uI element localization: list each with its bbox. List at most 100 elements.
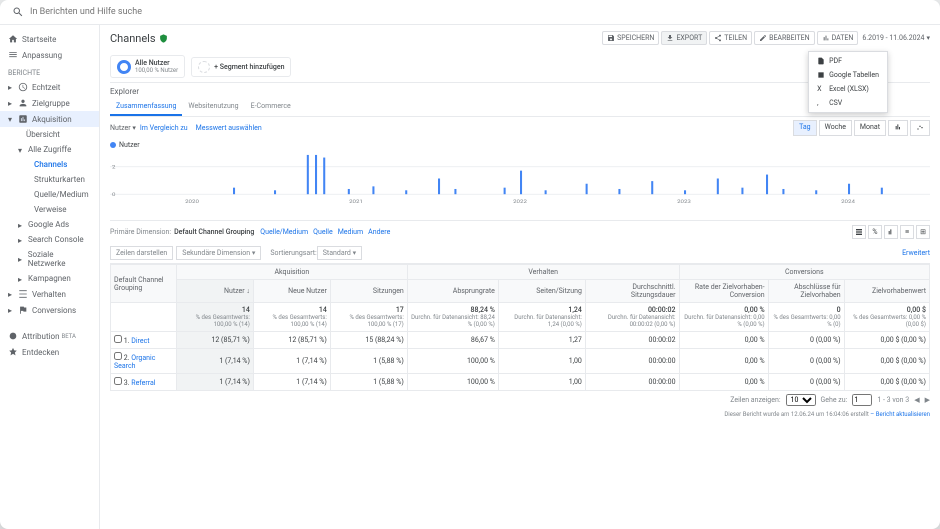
nav-discover[interactable]: Entdecken bbox=[0, 344, 99, 360]
share-button[interactable]: TEILEN bbox=[709, 31, 752, 45]
toolbar: SPEICHERN EXPORT TEILEN BEARBEITEN DATEN bbox=[602, 31, 858, 45]
row-checkbox[interactable] bbox=[114, 352, 122, 360]
view-bar-icon[interactable] bbox=[888, 120, 908, 136]
chevron-right-icon: ▸ bbox=[18, 221, 26, 229]
metric-label[interactable]: Nutzer ▾ bbox=[110, 124, 136, 132]
page-prev[interactable]: ◀ bbox=[914, 396, 919, 404]
col-users[interactable]: Nutzer ↓ bbox=[176, 280, 253, 303]
segment-circle-icon bbox=[117, 60, 131, 74]
plot-rows-button[interactable]: Zeilen darstellen bbox=[110, 246, 173, 260]
performance-view-icon[interactable] bbox=[884, 225, 898, 239]
page-next[interactable]: ▶ bbox=[925, 396, 930, 404]
col-sessions[interactable]: Sitzungen bbox=[330, 280, 407, 303]
home-icon bbox=[8, 34, 18, 44]
nav-channels[interactable]: Channels bbox=[0, 157, 99, 172]
export-csv[interactable]: ,CSV bbox=[809, 96, 887, 110]
nav-search-console[interactable]: ▸Search Console bbox=[0, 232, 99, 247]
view-week[interactable]: Woche bbox=[819, 120, 852, 136]
nav-all-traffic[interactable]: ▾Alle Zugriffe bbox=[0, 142, 99, 157]
goto-input[interactable] bbox=[852, 394, 872, 406]
tab-ecommerce[interactable]: E-Commerce bbox=[245, 98, 297, 116]
nav-campaigns[interactable]: ▸Kampagnen bbox=[0, 271, 99, 286]
rows-select[interactable]: 10 bbox=[786, 394, 816, 406]
chart: 0220202021202220232024 bbox=[110, 151, 930, 221]
percentage-view-icon[interactable]: % bbox=[868, 225, 882, 239]
nav-home[interactable]: Startseite bbox=[0, 31, 99, 47]
col-new-users[interactable]: Neue Nutzer bbox=[253, 280, 330, 303]
nav-realtime[interactable]: ▸Echtzeit bbox=[0, 79, 99, 95]
col-value[interactable]: Zielvorhabenwert bbox=[844, 280, 929, 303]
refresh-link[interactable]: – Bericht aktualisieren bbox=[870, 411, 930, 418]
nav-attribution[interactable]: AttributionBETA bbox=[0, 328, 99, 344]
nav-conversions[interactable]: ▸Conversions bbox=[0, 302, 99, 318]
comparison-view-icon[interactable]: ≡ bbox=[900, 225, 914, 239]
row-link[interactable]: Direct bbox=[131, 337, 149, 345]
table-row: 1. Direct12 (85,71 %)12 (85,71 %)15 (88,… bbox=[111, 332, 930, 349]
tab-site-usage[interactable]: Websitenutzung bbox=[182, 98, 244, 116]
col-group-conversions: Conversions bbox=[679, 265, 929, 280]
dim-link-other[interactable]: Andere bbox=[368, 228, 390, 236]
advanced-filter[interactable]: Erweitert bbox=[902, 249, 930, 257]
segment-title: Alle Nutzer bbox=[135, 59, 178, 67]
stats-icon bbox=[822, 34, 830, 42]
nav-overview[interactable]: Übersicht bbox=[0, 127, 99, 142]
export-sheets[interactable]: Google Tabellen bbox=[809, 68, 887, 82]
tab-summary[interactable]: Zusammenfassung bbox=[110, 98, 182, 116]
search-input[interactable] bbox=[30, 7, 170, 17]
nav-acquisition[interactable]: ▾Akquisition bbox=[0, 111, 99, 127]
chevron-right-icon: ▸ bbox=[8, 306, 16, 314]
dim-link-sourcemedium[interactable]: Quelle/Medium bbox=[260, 228, 308, 236]
nav-referrals[interactable]: Verweise bbox=[0, 202, 99, 217]
nav-social[interactable]: ▸Soziale Netzwerke bbox=[0, 247, 99, 271]
save-button[interactable]: SPEICHERN bbox=[602, 31, 659, 45]
col-completions[interactable]: Abschlüsse für Zielvorhaben bbox=[768, 280, 844, 303]
add-segment[interactable]: + Segment hinzufügen bbox=[191, 57, 291, 77]
main: Startseite Anpassung BERICHTE ▸Echtzeit … bbox=[0, 25, 940, 529]
segment-all-users[interactable]: Alle Nutzer 100,00 % Nutzer bbox=[110, 55, 185, 78]
nav-google-ads[interactable]: ▸Google Ads bbox=[0, 217, 99, 232]
view-scatter-icon[interactable] bbox=[910, 120, 930, 136]
pivot-view-icon[interactable]: ⊞ bbox=[916, 225, 930, 239]
export-pdf[interactable]: PDF bbox=[809, 54, 887, 68]
row-checkbox[interactable] bbox=[114, 377, 122, 385]
dim-link-source[interactable]: Quelle bbox=[313, 228, 333, 236]
beta-badge: BETA bbox=[62, 333, 76, 340]
export-button[interactable]: EXPORT bbox=[661, 31, 707, 45]
nav-behavior[interactable]: ▸Verhalten bbox=[0, 286, 99, 302]
measure-link[interactable]: Messwert auswählen bbox=[196, 124, 262, 132]
export-excel[interactable]: XExcel (XLSX) bbox=[809, 82, 887, 96]
segment-row: Alle Nutzer 100,00 % Nutzer + Segment hi… bbox=[110, 51, 930, 83]
view-month[interactable]: Monat bbox=[854, 120, 886, 136]
row-link[interactable]: Referral bbox=[131, 379, 155, 387]
control-row: Zeilen darstellen Sekundäre Dimension ▾ … bbox=[110, 243, 930, 264]
export-menu: PDF Google Tabellen XExcel (XLSX) ,CSV bbox=[808, 51, 888, 113]
add-circle-icon bbox=[198, 61, 210, 73]
edit-button[interactable]: BEARBEITEN bbox=[754, 31, 815, 45]
col-duration[interactable]: Durchschnittl. Sitzungsdauer bbox=[585, 280, 679, 303]
chevron-right-icon: ▸ bbox=[18, 255, 26, 263]
nav-customization[interactable]: Anpassung bbox=[0, 47, 99, 63]
chart-legend: Nutzer bbox=[110, 139, 930, 151]
csv-icon: , bbox=[817, 99, 825, 107]
date-range[interactable]: 6.2019 - 11.06.2024 ▾ bbox=[862, 34, 930, 42]
table-view-icon[interactable] bbox=[852, 225, 866, 239]
stats-button[interactable]: DATEN bbox=[817, 31, 859, 45]
view-buttons: Tag Woche Monat bbox=[793, 120, 930, 136]
row-checkbox[interactable] bbox=[114, 335, 122, 343]
col-conv-rate[interactable]: Rate der Zielvorhaben-Conversion bbox=[679, 280, 768, 303]
sort-type-button[interactable]: Standard ▾ bbox=[317, 246, 362, 260]
nav-source-medium[interactable]: Quelle/Medium bbox=[0, 187, 99, 202]
dim-link-medium[interactable]: Medium bbox=[338, 228, 363, 236]
secondary-dim-button[interactable]: Sekundäre Dimension ▾ bbox=[176, 246, 261, 260]
view-day[interactable]: Tag bbox=[793, 120, 817, 136]
col-bounce[interactable]: Absprungrate bbox=[407, 280, 498, 303]
discover-icon bbox=[8, 347, 18, 357]
legend-dot-icon bbox=[110, 142, 116, 148]
nav-treemaps[interactable]: Strukturkarten bbox=[0, 172, 99, 187]
col-dimension[interactable]: Default Channel Grouping bbox=[111, 265, 177, 303]
svg-text:2023: 2023 bbox=[677, 199, 691, 204]
dimension-row: Primäre Dimension: Default Channel Group… bbox=[110, 221, 930, 243]
col-pages[interactable]: Seiten/Sitzung bbox=[498, 280, 585, 303]
edit-icon bbox=[759, 34, 767, 42]
nav-audience[interactable]: ▸Zielgruppe bbox=[0, 95, 99, 111]
